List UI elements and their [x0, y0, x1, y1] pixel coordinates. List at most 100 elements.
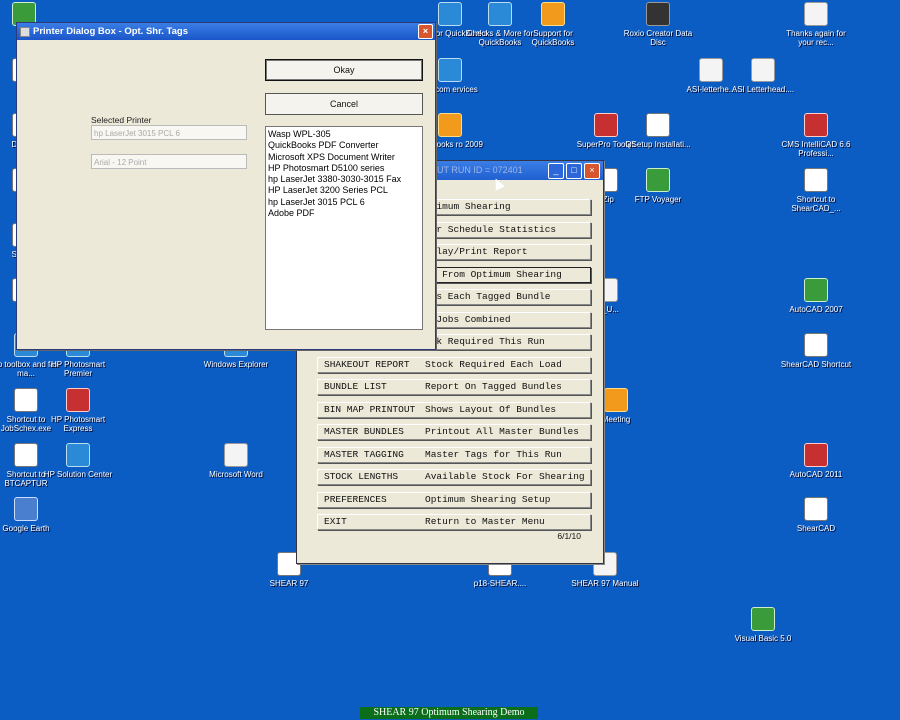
menu-item-description: splay/Print Report: [425, 246, 528, 257]
menu-item[interactable]: BUNDLE LIST Report On Tagged Bundles: [317, 379, 591, 395]
selected-printer-label: Selected Printer: [91, 115, 152, 125]
menu-item-code: STOCK LENGTHS: [324, 471, 399, 482]
desktop-icon[interactable]: ShearCAD Shortcut: [778, 333, 854, 369]
menu-item-code: PREFERENCES: [324, 493, 387, 505]
printer-dialog: Printer Dialog Box - Opt. Shr. Tags × Ok…: [16, 22, 436, 350]
desktop-icon-label: Roxio Creator Data Disc: [623, 29, 693, 47]
menu-item[interactable]: EXIT Return to Master Menu: [317, 514, 591, 530]
desktop-icon[interactable]: Roxio Creator Data Disc: [620, 2, 696, 47]
printer-list-item[interactable]: hp LaserJet 3380-3030-3015 Fax: [268, 174, 420, 185]
printer-icon: [20, 27, 30, 37]
menu-item[interactable]: MASTER BUNDLES Printout All Master Bundle…: [317, 424, 591, 440]
demo-banner: SHEAR 97 Optimum Shearing Demo: [360, 707, 538, 719]
desktop-icon[interactable]: CMS IntelliCAD 6.6 Professi...: [778, 113, 854, 158]
menu-item-description: ear Schedule Statistics: [425, 223, 557, 235]
desktop-icon-label: AutoCAD 2007: [789, 305, 843, 314]
date-label: 6/1/10: [557, 531, 581, 541]
menu-item-code: SHAKEOUT REPORT: [324, 358, 410, 370]
shortcut-icon: [646, 2, 670, 26]
desktop-icon[interactable]: ASI Letterhead....: [725, 58, 801, 94]
desktop-icon-label: ShearCAD: [796, 524, 836, 533]
dialog-titlebar[interactable]: Printer Dialog Box - Opt. Shr. Tags ×: [17, 23, 435, 40]
shortcut-icon: [804, 168, 828, 192]
desktop-icon-label: p18-SHEAR....: [473, 579, 527, 588]
desktop-icon[interactable]: FTP Voyager: [620, 168, 696, 204]
okay-button[interactable]: Okay: [265, 59, 423, 81]
menu-item-code: BUNDLE LIST: [324, 381, 387, 392]
desktop-icon-label: ASI Letterhead....: [731, 85, 795, 94]
printer-list-item[interactable]: Microsoft XPS Document Writer: [268, 152, 420, 163]
desktop-icon-label: SHEAR 97 Manual: [571, 579, 639, 588]
desktop-icon-label: SHEAR 97: [269, 579, 309, 588]
menu-item-code: MASTER BUNDLES: [324, 426, 404, 437]
shortcut-icon: [438, 113, 462, 137]
menu-item-description: ock Required This Run: [425, 336, 545, 347]
menu-item[interactable]: BIN MAP PRINTOUT Shows Layout Of Bundles: [317, 401, 591, 418]
shortcut-icon: [646, 113, 670, 137]
menu-item[interactable]: STOCK LENGTHS Available Stock For Shearin…: [317, 469, 591, 485]
minimize-icon[interactable]: _: [548, 163, 564, 179]
menu-item-code: BIN MAP PRINTOUT: [324, 403, 416, 415]
menu-item-description: ows Each Tagged Bundle: [425, 291, 551, 302]
desktop-icon[interactable]: Shortcut to ShearCAD_...: [778, 168, 854, 213]
printer-list-item[interactable]: HP Photosmart D5100 series: [268, 163, 420, 174]
close-icon[interactable]: ×: [584, 163, 600, 179]
menu-item-description: Optimum Shearing Setup: [425, 493, 551, 505]
shortcut-icon: [804, 497, 828, 521]
shortcut-icon: [438, 58, 462, 82]
shortcut-icon: [14, 388, 38, 412]
desktop-icon[interactable]: Microsoft Word: [198, 443, 274, 479]
desktop-icon[interactable]: Google Earth: [0, 497, 64, 533]
desktop-icon[interactable]: Thanks again for your rec...: [778, 2, 854, 47]
shortcut-icon: [699, 58, 723, 82]
desktop-icon-label: FTP Voyager: [634, 195, 682, 204]
desktop-icon[interactable]: AutoCAD 2011: [778, 443, 854, 479]
shortcut-icon: [14, 443, 38, 467]
shortcut-icon: [804, 443, 828, 467]
desktop-icon[interactable]: ShearCAD: [778, 497, 854, 533]
desktop-icon-label: Shortcut to ShearCAD_...: [791, 195, 841, 213]
menu-item-description: Master Tags for This Run: [425, 448, 562, 460]
shortcut-icon: [224, 443, 248, 467]
desktop-icon-label: Windows Explorer: [203, 360, 269, 369]
printer-list-item[interactable]: HP LaserJet 3200 Series PCL: [268, 185, 420, 196]
menu-item-description: ptimum Shearing: [425, 201, 511, 212]
shortcut-icon: [804, 2, 828, 26]
desktop-icon[interactable]: Support for QuickBooks: [515, 2, 591, 47]
menu-item[interactable]: SHAKEOUT REPORT Stock Required Each Load: [317, 356, 591, 373]
shortcut-icon: [751, 607, 775, 631]
desktop-icon-label: HP Solution Center: [43, 470, 113, 479]
shortcut-icon: [804, 333, 828, 357]
desktop-icon[interactable]: AutoCAD 2007: [778, 278, 854, 314]
desktop-icon[interactable]: HP Solution Center: [40, 443, 116, 479]
printer-list[interactable]: Wasp WPL-305 QuickBooks PDF Converter Micr…: [265, 126, 423, 330]
desktop-icon-label: CMS IntelliCAD 6.6 Professi...: [781, 140, 851, 158]
selected-printer-field[interactable]: hp LaserJet 3015 PCL 6: [91, 125, 247, 140]
desktop-icon[interactable]: QSetup Installati...: [620, 113, 696, 149]
menu-item[interactable]: PREFERENCES Optimum Shearing Setup: [317, 491, 591, 508]
printer-list-item[interactable]: QuickBooks PDF Converter: [268, 140, 420, 151]
desktop-icon-label: Google Earth: [2, 524, 50, 533]
close-icon[interactable]: ×: [418, 24, 433, 39]
printer-list-item[interactable]: Wasp WPL-305: [268, 129, 420, 140]
printer-list-item[interactable]: hp LaserJet 3015 PCL 6: [268, 197, 420, 208]
desktop-icon-label: Meeting: [601, 415, 631, 424]
desktop-icon-label: ShearCAD Shortcut: [780, 360, 852, 369]
shortcut-icon: [14, 497, 38, 521]
main-window-title: UT RUN ID = 072401: [437, 165, 523, 175]
cancel-button[interactable]: Cancel: [265, 93, 423, 115]
font-field[interactable]: Arial - 12 Point: [91, 154, 247, 169]
menu-item-description: Available Stock For Shearing: [425, 471, 585, 482]
desktop-icon[interactable]: HP Photosmart Express: [40, 388, 116, 433]
shortcut-icon: [488, 2, 512, 26]
desktop-icon-label: Microsoft Word: [209, 470, 263, 479]
maximize-icon[interactable]: □: [566, 163, 582, 179]
desktop-icon[interactable]: Visual Basic 5.0: [725, 607, 801, 643]
printer-list-item[interactable]: Adobe PDF: [268, 208, 420, 219]
menu-item-description: Stock Required Each Load: [425, 358, 562, 370]
menu-item-code: EXIT: [324, 516, 347, 527]
shortcut-icon: [751, 58, 775, 82]
menu-item[interactable]: MASTER TAGGING Master Tags for This Run: [317, 446, 591, 463]
menu-item-description: Return to Master Menu: [425, 516, 545, 527]
menu-item-description: Shows Layout Of Bundles: [425, 403, 557, 415]
